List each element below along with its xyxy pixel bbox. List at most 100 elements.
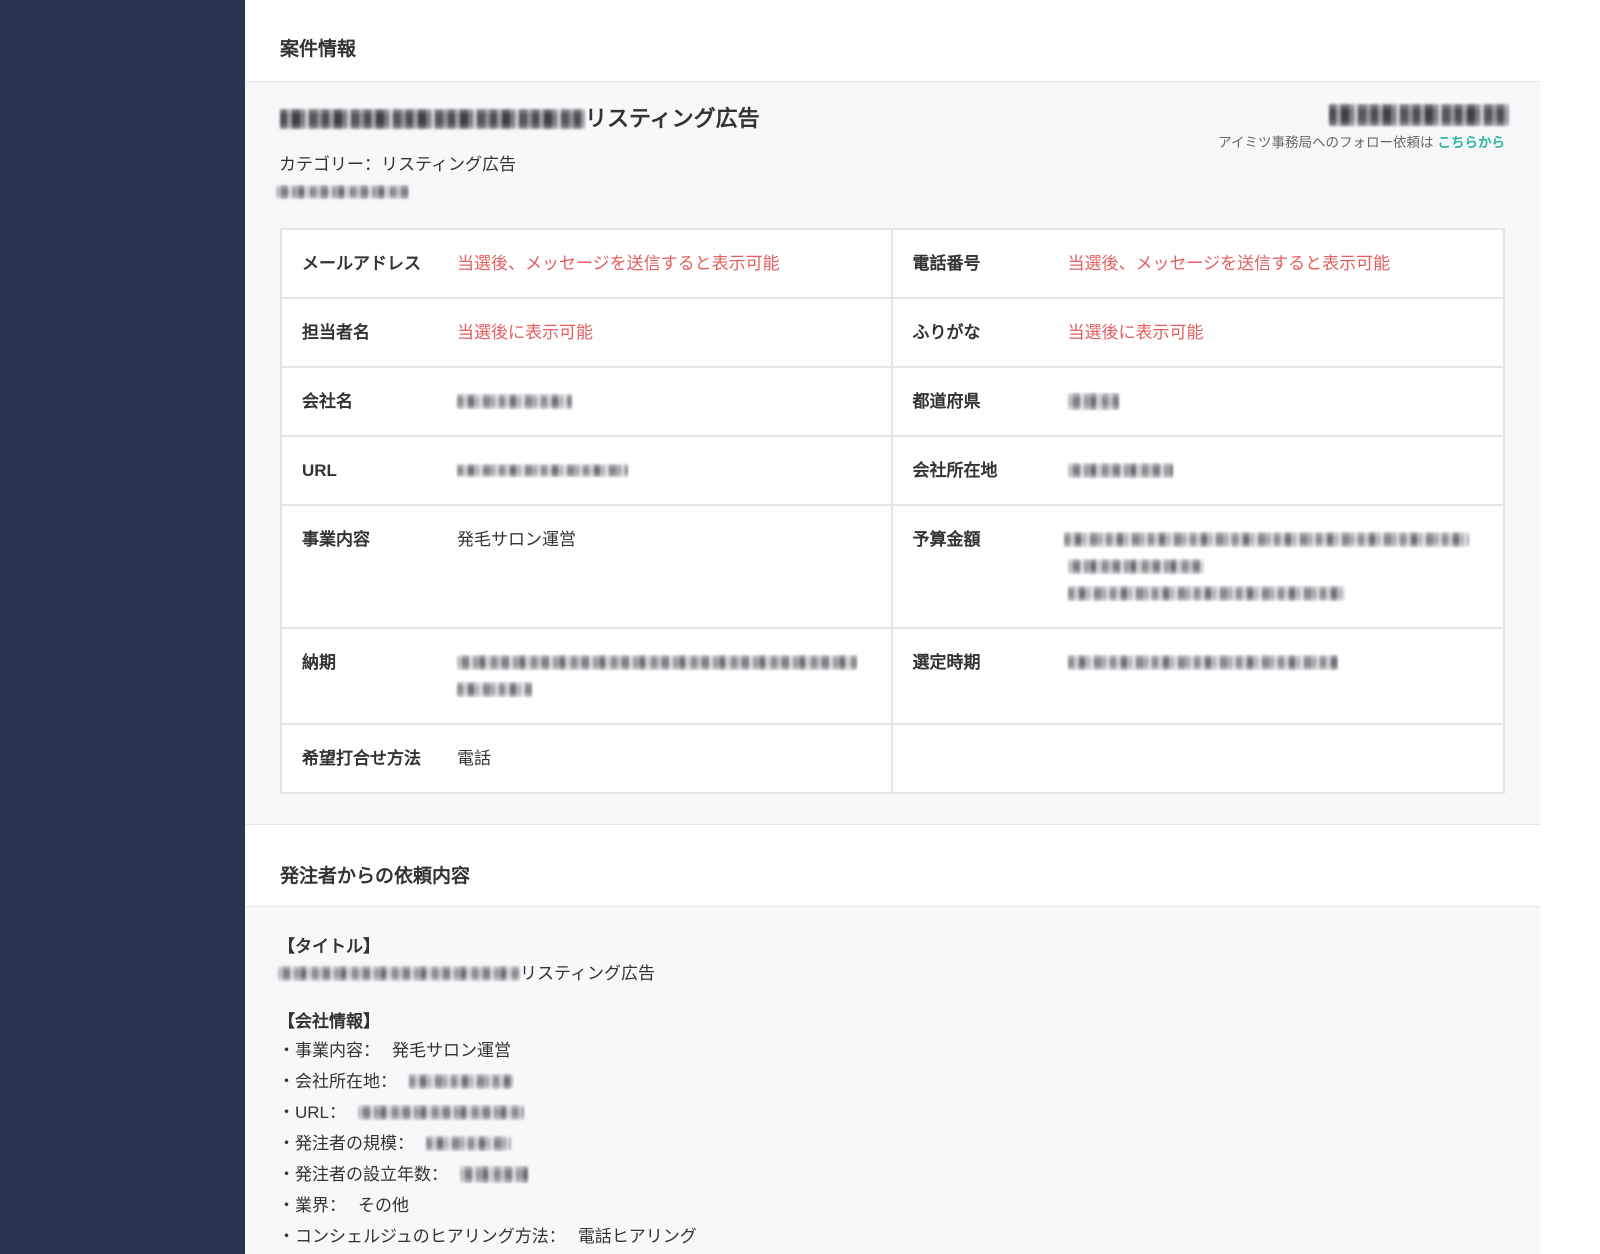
detail-cell-contact-name: 担当者名 当選後に表示可能 bbox=[282, 299, 893, 366]
detail-label: 会社名 bbox=[302, 392, 353, 411]
detail-cell-address: 会社所在地 bbox=[893, 437, 1504, 504]
follow-request-link[interactable]: こちらから bbox=[1438, 135, 1506, 150]
detail-value: 当選後、メッセージを送信すると表示可能 bbox=[1067, 254, 1391, 273]
detail-value: 当選後に表示可能 bbox=[457, 323, 593, 342]
detail-cell-empty bbox=[893, 725, 1504, 792]
request-header: 発注者からの依頼内容 bbox=[245, 825, 1540, 907]
redacted-line bbox=[1067, 388, 1484, 415]
detail-label: 希望打合せ方法 bbox=[302, 749, 421, 768]
main-panel: 案件情報 リスティング広告 アイミツ事務局へのフォロー依頼は こちらから カテゴリ… bbox=[245, 0, 1540, 1254]
redacted-line bbox=[1067, 649, 1484, 676]
item-label: ・発注者の規模： bbox=[278, 1134, 414, 1153]
item-label: ・事業内容： bbox=[278, 1041, 380, 1060]
request-heading: 発注者からの依頼内容 bbox=[280, 866, 471, 887]
redacted-line bbox=[1067, 553, 1484, 580]
detail-label: 選定時期 bbox=[912, 653, 981, 672]
redacted-line bbox=[1067, 457, 1484, 484]
detail-value: 電話 bbox=[457, 749, 491, 768]
detail-label: 予算金額 bbox=[912, 530, 981, 549]
category-label: カテゴリー： bbox=[279, 155, 381, 174]
detail-label: 事業内容 bbox=[302, 530, 370, 549]
item-label: ・発注者の設立年数： bbox=[278, 1165, 448, 1184]
list-item: ・事業内容： 発毛サロン運営 bbox=[278, 1035, 1540, 1066]
redacted-line bbox=[457, 676, 871, 703]
list-item: ・発注者の設立年数： bbox=[278, 1159, 1540, 1190]
list-item: ・会社所在地： bbox=[278, 1066, 1540, 1097]
detail-cell-budget: 予算金額 bbox=[893, 506, 1504, 627]
table-row: メールアドレス 当選後、メッセージを送信すると表示可能 電話番号 当選後、メッセ… bbox=[282, 230, 1503, 299]
redacted-line bbox=[457, 388, 871, 415]
detail-label: 担当者名 bbox=[302, 323, 370, 342]
detail-value: 当選後、メッセージを送信すると表示可能 bbox=[457, 254, 780, 273]
detail-cell-url: URL bbox=[282, 437, 893, 504]
redacted-line bbox=[1067, 580, 1484, 607]
project-details-table: メールアドレス 当選後、メッセージを送信すると表示可能 電話番号 当選後、メッセ… bbox=[280, 228, 1505, 794]
follow-request-text: アイミツ事務局へのフォロー依頼は bbox=[1218, 135, 1434, 150]
project-info-header: 案件情報 bbox=[245, 0, 1540, 82]
detail-label: 納期 bbox=[302, 653, 336, 672]
redacted-value bbox=[1063, 532, 1469, 547]
detail-value bbox=[1067, 649, 1484, 703]
table-row: 事業内容 発毛サロン運営 予算金額 bbox=[282, 506, 1503, 629]
redacted-line bbox=[457, 649, 871, 676]
redacted-value bbox=[1329, 104, 1509, 126]
request-body: 【タイトル】 リスティング広告 【会社情報】 ・事業内容： 発毛サロン運営 ・会… bbox=[245, 907, 1540, 1254]
redacted-value bbox=[1067, 586, 1345, 601]
redacted-line bbox=[457, 457, 871, 484]
detail-cell-company-name: 会社名 bbox=[282, 368, 893, 435]
item-label: ・会社所在地： bbox=[278, 1072, 397, 1091]
request-title-text: リスティング広告 bbox=[520, 964, 655, 983]
redacted-value bbox=[1067, 463, 1173, 478]
redacted-value bbox=[1067, 559, 1204, 574]
detail-value bbox=[457, 457, 871, 484]
item-label: ・コンシェルジュのヒアリング方法： bbox=[278, 1227, 566, 1246]
detail-cell-meeting-method: 希望打合せ方法 電話 bbox=[282, 725, 893, 792]
detail-value bbox=[1067, 388, 1484, 415]
item-value: 電話ヒアリング bbox=[577, 1227, 697, 1246]
project-info-heading: 案件情報 bbox=[280, 39, 357, 60]
redacted-value bbox=[276, 185, 409, 199]
request-title-line: リスティング広告 bbox=[278, 960, 1540, 987]
request-title-heading: 【タイトル】 bbox=[278, 937, 380, 956]
detail-value bbox=[1063, 526, 1484, 607]
redacted-value bbox=[1067, 393, 1119, 410]
detail-value: 発毛サロン運営 bbox=[457, 530, 576, 549]
redacted-value bbox=[280, 109, 585, 129]
redacted-value bbox=[426, 1136, 511, 1151]
list-item: ・業界： その他 bbox=[278, 1190, 1540, 1221]
list-item: ・コンシェルジュのヒアリング方法： 電話ヒアリング bbox=[278, 1221, 1540, 1252]
detail-cell-phone: 電話番号 当選後、メッセージを送信すると表示可能 bbox=[893, 230, 1504, 297]
redacted-value bbox=[457, 682, 532, 697]
detail-cell-deadline: 納期 bbox=[282, 629, 893, 723]
detail-cell-business: 事業内容 発毛サロン運営 bbox=[282, 506, 893, 627]
detail-cell-email: メールアドレス 当選後、メッセージを送信すると表示可能 bbox=[282, 230, 893, 297]
detail-cell-furigana: ふりがな 当選後に表示可能 bbox=[893, 299, 1504, 366]
redacted-value bbox=[409, 1074, 513, 1089]
table-row: URL 会社所在地 bbox=[282, 437, 1503, 506]
detail-value bbox=[1067, 457, 1484, 484]
follow-request-line: アイミツ事務局へのフォロー依頼は こちらから bbox=[1218, 134, 1505, 152]
project-title: リスティング広告 bbox=[280, 104, 760, 134]
list-item: ・URL： bbox=[278, 1097, 1540, 1128]
project-info-body: リスティング広告 アイミツ事務局へのフォロー依頼は こちらから カテゴリー：リステ… bbox=[245, 82, 1540, 825]
redacted-value bbox=[1067, 655, 1338, 670]
detail-label: 電話番号 bbox=[912, 254, 981, 273]
item-value: 発毛サロン運営 bbox=[392, 1041, 511, 1060]
detail-value: 当選後に表示可能 bbox=[1067, 323, 1204, 342]
detail-label: URL bbox=[302, 461, 337, 480]
item-value: その他 bbox=[358, 1196, 409, 1215]
item-label: ・URL： bbox=[278, 1103, 347, 1122]
table-row: 納期 選定時期 bbox=[282, 629, 1503, 725]
detail-value bbox=[457, 388, 871, 415]
detail-label: 会社所在地 bbox=[912, 461, 998, 480]
detail-label: ふりがな bbox=[912, 323, 981, 342]
table-row: 希望打合せ方法 電話 bbox=[282, 725, 1503, 792]
redacted-value bbox=[457, 394, 572, 409]
company-info-heading: 【会社情報】 bbox=[278, 1012, 380, 1031]
detail-cell-prefecture: 都道府県 bbox=[893, 368, 1504, 435]
redacted-value bbox=[457, 464, 628, 477]
category-value: リスティング広告 bbox=[381, 155, 516, 174]
project-title-text: リスティング広告 bbox=[585, 106, 760, 131]
list-item: ・発注者の規模： bbox=[278, 1128, 1540, 1159]
redacted-value bbox=[358, 1105, 525, 1120]
